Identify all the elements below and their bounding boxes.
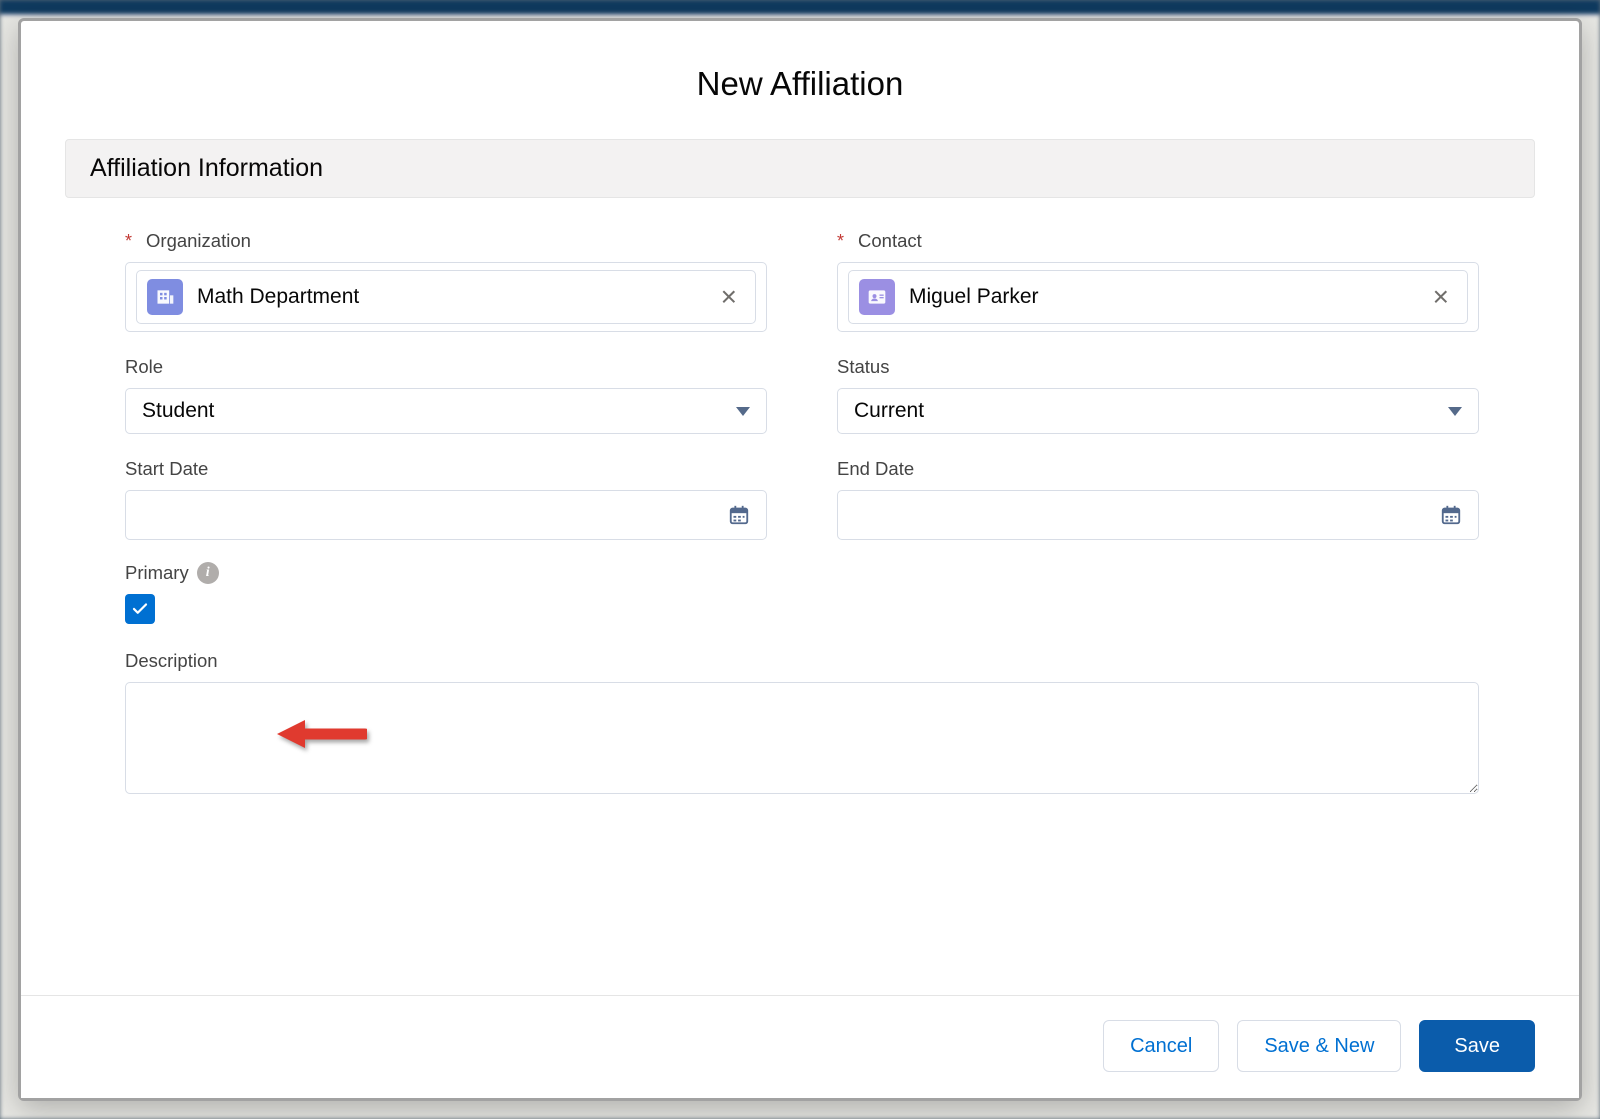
role-label: Role	[125, 356, 767, 378]
start-date-label: Start Date	[125, 458, 767, 480]
contact-icon	[859, 279, 895, 315]
primary-label-text: Primary	[125, 562, 189, 584]
status-value: Current	[854, 399, 924, 423]
primary-checkbox[interactable]	[125, 594, 155, 624]
section-title: Affiliation Information	[90, 154, 1510, 183]
organization-label: Organization	[125, 230, 767, 252]
contact-pill[interactable]: Miguel Parker ×	[848, 270, 1468, 324]
section-header: Affiliation Information	[65, 139, 1535, 198]
field-contact: Contact Miguel Parker ×	[837, 230, 1479, 332]
calendar-icon[interactable]	[1440, 504, 1462, 526]
status-select[interactable]: Current	[837, 388, 1479, 434]
contact-lookup[interactable]: Miguel Parker ×	[837, 262, 1479, 332]
organization-pill[interactable]: Math Department ×	[136, 270, 756, 324]
description-textarea[interactable]	[125, 682, 1479, 794]
form-body: Organization Math Department × Contact	[21, 208, 1579, 995]
field-organization: Organization Math Department ×	[125, 230, 767, 332]
start-date-input[interactable]	[125, 490, 767, 540]
organization-lookup[interactable]: Math Department ×	[125, 262, 767, 332]
check-icon	[131, 600, 149, 618]
new-affiliation-modal: New Affiliation Affiliation Information …	[18, 18, 1582, 1101]
save-button[interactable]: Save	[1419, 1020, 1535, 1072]
chevron-down-icon	[1448, 407, 1462, 416]
organization-clear-icon[interactable]: ×	[717, 283, 741, 311]
field-start-date: Start Date	[125, 458, 767, 540]
contact-clear-icon[interactable]: ×	[1429, 283, 1453, 311]
contact-value: Miguel Parker	[909, 285, 1429, 309]
save-and-new-button[interactable]: Save & New	[1237, 1020, 1401, 1072]
primary-label: Primary i	[125, 562, 767, 584]
contact-label: Contact	[837, 230, 1479, 252]
field-end-date: End Date	[837, 458, 1479, 540]
end-date-input[interactable]	[837, 490, 1479, 540]
calendar-icon[interactable]	[728, 504, 750, 526]
role-value: Student	[142, 399, 214, 423]
field-role: Role Student	[125, 356, 767, 434]
organization-value: Math Department	[197, 285, 717, 309]
field-description: Description	[125, 650, 1479, 799]
modal-title: New Affiliation	[41, 65, 1559, 103]
cancel-button[interactable]: Cancel	[1103, 1020, 1219, 1072]
field-primary: Primary i	[125, 562, 767, 624]
status-label: Status	[837, 356, 1479, 378]
chevron-down-icon	[736, 407, 750, 416]
field-status: Status Current	[837, 356, 1479, 434]
description-label: Description	[125, 650, 1479, 672]
modal-footer: Cancel Save & New Save	[21, 995, 1579, 1098]
end-date-label: End Date	[837, 458, 1479, 480]
role-select[interactable]: Student	[125, 388, 767, 434]
account-icon	[147, 279, 183, 315]
info-icon[interactable]: i	[197, 562, 219, 584]
modal-header: New Affiliation	[21, 21, 1579, 139]
